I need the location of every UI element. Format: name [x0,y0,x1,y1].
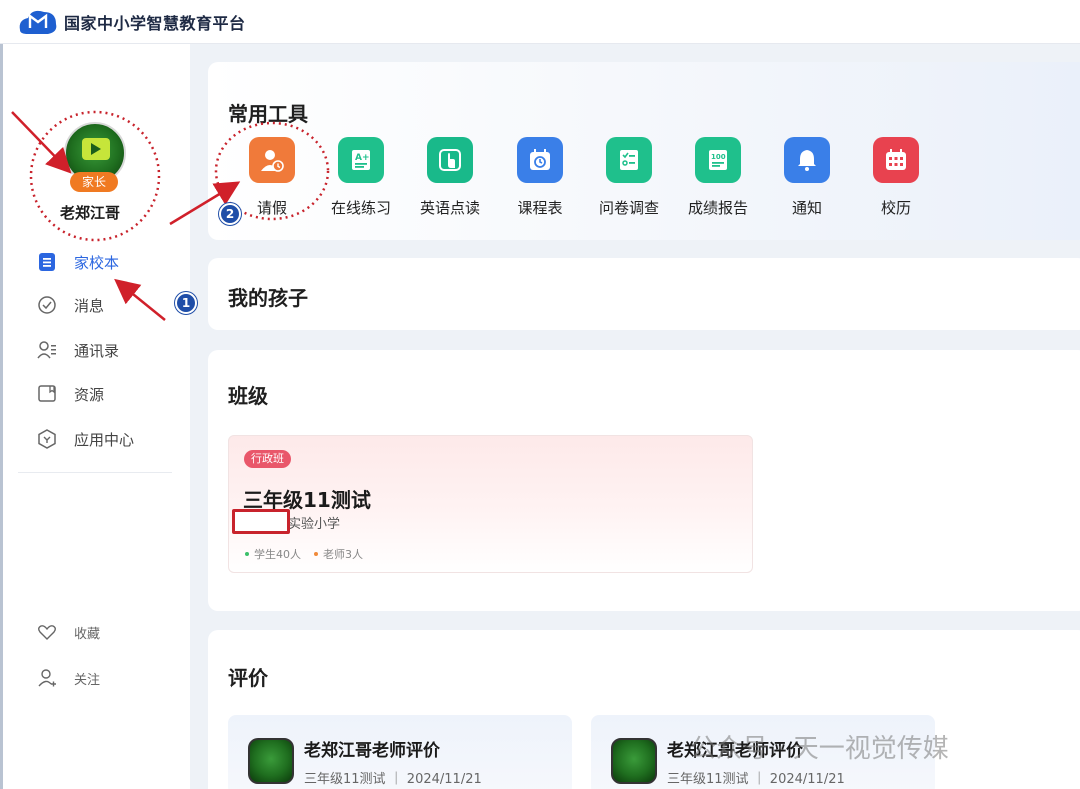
tool-school-calendar[interactable]: 校历 [861,137,931,217]
sidebar-item-home-school[interactable]: 家校本 [36,250,119,274]
svg-text:A+: A+ [355,153,370,163]
tool-label: 校历 [880,199,911,217]
calendar-icon [873,137,919,183]
tools-title: 常用工具 [228,102,308,126]
tool-label: 英语点读 [419,199,480,217]
step-badge-2: 2 [219,203,241,225]
svg-text:100: 100 [711,153,726,161]
sidebar-item-resources[interactable]: 资源 [36,382,104,406]
tool-score-report[interactable]: 100 成绩报告 [683,137,753,217]
evaluation-item-meta: 三年级11测试 ｜ 2024/11/21 [667,772,845,787]
sidebar-item-label: 收藏 [74,626,101,642]
person-follow-icon [36,667,58,689]
step-badge-1: 1 [175,292,197,314]
student-count-text: 学生40人 [254,548,301,561]
class-type-badge: 行政班 [244,450,291,468]
tool-timetable[interactable]: 课程表 [505,137,575,217]
timetable-icon [517,137,563,183]
tool-label: 在线练习 [330,199,391,217]
sidebar-item-app-center[interactable]: 应用中心 [36,427,134,451]
contacts-icon [36,339,58,361]
tool-survey[interactable]: 问卷调查 [594,137,664,217]
heart-icon [36,621,58,643]
sidebar-item-label: 通讯录 [74,341,120,360]
redaction-box [232,509,290,534]
my-children-title: 我的孩子 [228,286,308,310]
sidebar-item-messages[interactable]: 消息 [36,293,104,317]
bell-icon [784,137,830,183]
evaluation-item-meta: 三年级11测试 ｜ 2024/11/21 [304,772,482,787]
sidebar-item-label: 家校本 [74,253,120,272]
classes-title: 班级 [228,384,268,408]
student-count: 学生40人 [245,546,301,562]
tool-label: 通知 [791,199,822,217]
teacher-avatar [611,738,657,784]
list-icon [36,251,58,273]
tv-logo-icon [82,138,110,160]
sidebar-item-label: 消息 [74,296,105,315]
my-children-card[interactable]: 我的孩子 [208,258,1080,330]
sidebar-item-favorites[interactable]: 收藏 [36,620,100,644]
sidebar-item-follow[interactable]: 关注 [36,666,100,690]
sidebar-divider [18,472,172,473]
user-name: 老郑江哥 [60,204,121,222]
evaluation-title: 评价 [228,666,268,690]
tool-label: 问卷调查 [598,199,659,217]
teacher-count-text: 老师3人 [323,548,363,561]
tool-english-tap-read[interactable]: 英语点读 [415,137,485,217]
sidebar-item-contacts[interactable]: 通讯录 [36,338,119,362]
practice-icon: A+ [338,137,384,183]
tool-label: 成绩报告 [687,199,748,217]
sidebar-item-label: 应用中心 [74,430,135,449]
app-title: 国家中小学智慧教育平台 [64,14,246,33]
score-report-icon: 100 [695,137,741,183]
tool-notice[interactable]: 通知 [772,137,842,217]
survey-icon [606,137,652,183]
teacher-count: 老师3人 [314,546,363,562]
platform-logo-icon [19,10,57,34]
tool-online-practice[interactable]: A+ 在线练习 [326,137,396,217]
teacher-avatar [248,738,294,784]
tap-read-icon [427,137,473,183]
chat-check-icon [36,294,58,316]
tool-label: 请假 [256,199,287,217]
app-center-icon [36,428,58,450]
sidebar-item-label: 关注 [74,672,101,688]
tool-label: 课程表 [517,199,563,217]
school-name: 实验小学 [288,517,341,532]
leave-request-icon [249,137,295,183]
role-badge: 家长 [70,172,118,192]
top-bar: 国家中小学智慧教育平台 [0,0,1080,44]
sidebar-item-label: 资源 [74,385,105,404]
evaluation-item-title: 老郑江哥老师评价 [304,741,440,761]
watermark: 公众号 · 天一视觉传媒 [690,734,949,764]
tool-leave-request[interactable]: 请假 [237,137,307,217]
folder-icon [36,383,58,405]
